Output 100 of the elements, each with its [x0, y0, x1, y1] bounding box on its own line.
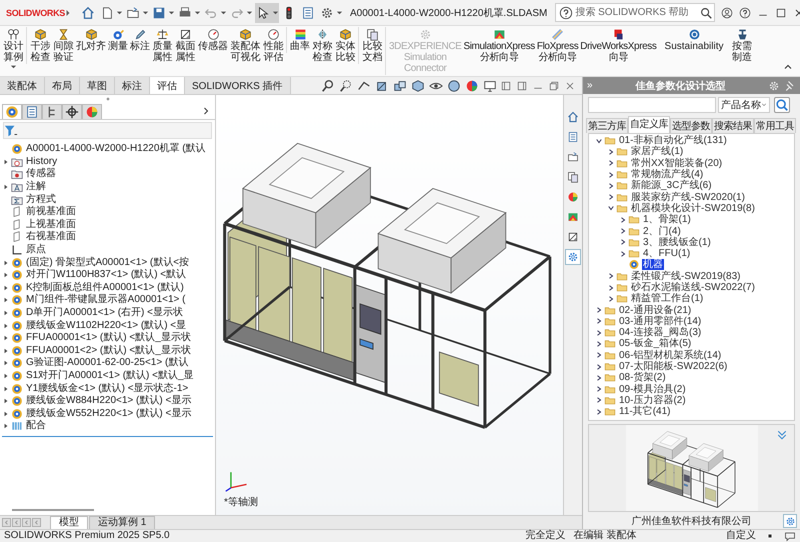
sphere-icon[interactable] — [446, 78, 461, 92]
expand-arrow-icon[interactable] — [2, 260, 8, 266]
library-item[interactable]: 常州XX智能装备(20) — [630, 158, 724, 169]
expand-arrow-icon[interactable] — [2, 398, 8, 404]
expand-arrow-icon[interactable] — [2, 297, 8, 304]
library-item[interactable]: 柔性锻产线-SW2019(83) — [630, 270, 742, 282]
expand-arrow-icon[interactable] — [2, 184, 8, 190]
horizontal-scrollbar[interactable] — [12, 509, 94, 511]
library-item[interactable]: 05-钣金_箱体(5) — [618, 338, 692, 350]
magnifier-icon[interactable] — [320, 78, 335, 92]
library-item[interactable]: 服装家纺产线-SW2020(1) — [630, 192, 746, 203]
ribbon-button[interactable]: SimulationXpress 分析向导 — [462, 27, 536, 64]
tree-item[interactable]: Y1腰线钣金<1> (默认) <显示状态-1> — [26, 382, 188, 395]
library-item[interactable]: 07-太阳能板-SW2022(6) — [618, 361, 728, 372]
library-item[interactable]: 03-通用零部件(14) — [618, 316, 702, 327]
tree-item[interactable]: D单开门A00001<1> (右开) <显示状 — [26, 307, 183, 320]
library-item[interactable]: 机器 — [642, 259, 664, 270]
command-tab[interactable]: 草图 — [80, 77, 115, 94]
ribbon-button[interactable]: 对称检查 — [311, 27, 334, 64]
stacked-cubes-icon[interactable] — [392, 78, 407, 92]
monitor-icon[interactable] — [482, 78, 497, 92]
units-status[interactable]: 自定义 — [726, 530, 756, 542]
library-item[interactable]: 1、骨架(1) — [642, 214, 692, 226]
library-item[interactable]: 02-通用设备(21) — [618, 304, 692, 316]
expand-arrow-icon[interactable] — [2, 410, 8, 417]
expand-arrow-icon[interactable] — [2, 348, 8, 354]
ribbon-button[interactable]: 按需制造 — [730, 27, 754, 64]
library-item[interactable]: 机器模块化设计-SW2019(8) — [630, 202, 756, 214]
gear-pane-tab[interactable] — [565, 249, 581, 265]
library-tab[interactable]: 搜索结果 — [712, 118, 754, 133]
tree-item[interactable]: FFUA00001<1> (默认) <默认_显示状 — [26, 332, 191, 344]
ribbon-button[interactable]: 标注 — [129, 27, 151, 53]
ribbon-button[interactable]: 干涉检查 — [26, 27, 52, 64]
command-tab[interactable]: 布局 — [45, 77, 80, 94]
settings-button[interactable] — [783, 514, 797, 528]
library-item[interactable]: 2、门(4) — [642, 226, 682, 237]
library-item[interactable]: 08-货架(2) — [618, 372, 667, 384]
dock-left-icon[interactable] — [500, 80, 512, 92]
ribbon-button[interactable]: 间隙验证 — [52, 27, 75, 64]
ribbon-button[interactable]: 传感器 — [197, 27, 229, 53]
branch-panel-tab[interactable] — [42, 104, 62, 118]
expand-arrow-icon[interactable] — [2, 322, 8, 329]
library-item[interactable]: 10-压力容器(2) — [618, 394, 687, 406]
tree-item[interactable]: A00001-L4000-W2000-H1220机罩 (默认 — [26, 143, 206, 156]
library-item[interactable]: 09-模具治具(2) — [618, 384, 687, 395]
tree-item[interactable]: 传感器 — [26, 168, 56, 180]
ribbon-button[interactable]: Sustainability — [658, 27, 731, 53]
tree-item[interactable]: G验证图-A00001-62-00-25<1> (默认 — [26, 357, 188, 370]
tree-item[interactable]: 配合 — [26, 420, 46, 432]
library-item[interactable]: 新能源_3C产线(6) — [630, 180, 713, 192]
ribbon-button[interactable]: 孔对齐 — [75, 27, 107, 53]
help-icon[interactable] — [739, 6, 752, 18]
restore-icon[interactable] — [548, 80, 560, 92]
ribbon-button[interactable]: 质量属性 — [151, 27, 174, 64]
ribbon-button[interactable]: 设计算例 — [2, 27, 25, 71]
command-tab[interactable]: 评估 — [150, 77, 185, 94]
user-icon[interactable] — [721, 6, 734, 18]
color-sphere-icon[interactable] — [464, 78, 479, 92]
expand-arrow-icon[interactable] — [2, 284, 8, 291]
library-item[interactable]: 11-其它(41) — [618, 406, 672, 418]
library-item[interactable]: 砂石水泥输送线-SW2022(7) — [630, 282, 756, 293]
ribbon-button[interactable]: 性能评估 — [262, 27, 285, 64]
expand-arrow-icon[interactable] — [2, 272, 8, 278]
library-tab[interactable]: 第三方库 — [586, 118, 628, 133]
ribbon-button[interactable]: FloXpress 分析向导 — [536, 27, 580, 64]
maximize-icon[interactable] — [775, 6, 788, 18]
library-tab[interactable]: 常用工具 — [754, 118, 796, 133]
magnifier-dotted-icon[interactable] — [338, 78, 353, 92]
tree-item[interactable]: 上视基准面 — [26, 218, 76, 231]
tree-item[interactable]: 腰线钣金W884H220<1> (默认) <显示 — [26, 395, 192, 408]
ribbon-button[interactable]: 实体比较 — [334, 27, 357, 64]
tree-item[interactable]: History — [26, 156, 58, 168]
ribbon-button[interactable]: DriveWorksXpress 向导 — [579, 27, 658, 64]
command-tab[interactable]: 装配体 — [0, 77, 45, 94]
tree-item[interactable]: 腰线钣金W1102H220<1> (默认) <显 — [26, 320, 186, 332]
library-item[interactable]: 常规物流产线(4) — [630, 169, 704, 180]
expand-arrow-icon[interactable] — [2, 310, 8, 316]
arrow-view-icon[interactable] — [356, 78, 371, 92]
settings-icon[interactable] — [768, 80, 780, 92]
ribbon-button[interactable]: 截面属性 — [174, 27, 197, 64]
tree-item[interactable]: 方程式 — [26, 194, 56, 206]
expand-arrow-icon[interactable] — [2, 386, 8, 392]
filter-icon[interactable] — [4, 124, 18, 138]
library-item[interactable]: 4、FFU(1) — [642, 248, 692, 260]
product-dropdown[interactable]: 产品名称 — [718, 97, 770, 113]
command-tab[interactable]: SOLIDWORKS 插件 — [185, 77, 291, 94]
chat-icon[interactable] — [784, 530, 796, 542]
ribbon-button[interactable]: 比较文档 — [358, 27, 384, 64]
tree-item[interactable]: 右视基准面 — [26, 231, 76, 244]
expand-arrow-icon[interactable] — [2, 335, 8, 342]
expand-arrow-icon[interactable] — [2, 360, 8, 366]
library-item[interactable]: 精益管工作台(1) — [630, 293, 704, 304]
grip-dot-icon[interactable] — [106, 97, 110, 101]
ribbon-button[interactable]: 曲率 — [286, 27, 311, 53]
color-wheel-panel-tab[interactable] — [82, 104, 102, 118]
library-item[interactable]: 3、腰线钣金(1) — [642, 236, 712, 248]
bottom-tab[interactable]: 模型 — [50, 516, 88, 530]
tree-item[interactable]: FFUA00001<2> (默认) <默认_显示状 — [26, 344, 191, 357]
tree-item[interactable]: 对开门W1100H837<1> (默认) <默认 — [26, 269, 186, 282]
tree-item[interactable]: K控制面板总组件A00001<1> (默认) — [26, 282, 184, 294]
